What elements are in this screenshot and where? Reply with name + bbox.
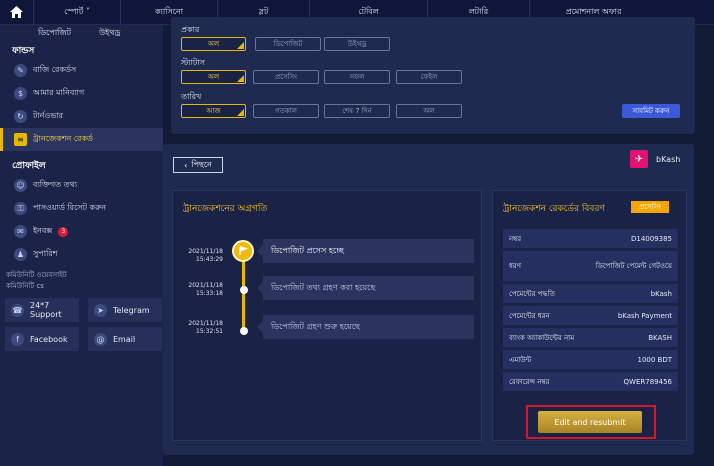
support-label: 24*7 Support [30, 301, 62, 319]
detail-row-account-name: ব্যাংক অ্যাকাউন্টের নাম BKASH [503, 328, 678, 347]
sidebar-item-label: পাসওয়ার্ড রিসেট করুন [33, 203, 106, 212]
email-icon: @ [94, 332, 107, 346]
date-option-all[interactable]: অল [396, 104, 462, 118]
sidebar-item-label: ট্রানজেকশন রেকর্ড [33, 134, 93, 143]
detail-row-type: ধরণ ডিপোজিট পেমেন্ট গেটওয়ে [503, 251, 678, 281]
sidebar-item-bet-records[interactable]: ✎ বাজি রেকর্ডস [0, 59, 163, 82]
timeline-timestamp: 2021/11/18 15:33:18 [188, 282, 223, 297]
edit-and-resubmit-button[interactable]: Edit and resubmit [538, 411, 642, 433]
transaction-record-icon: ≡ [14, 133, 27, 146]
sidebar-item-turnover[interactable]: ↻ টার্নওভার [0, 105, 163, 128]
telegram-button[interactable]: ➤ Telegram [88, 298, 162, 322]
sidebar-tab-withdraw[interactable]: উইথড্র [99, 27, 120, 40]
detail-row-payment-type: পেমেন্টের ধরন bKash Payment [503, 306, 678, 325]
date-option-today[interactable]: আজ [181, 104, 246, 118]
detail-row-number: নম্বর D14009385 [503, 229, 678, 248]
date-option-last-7-days[interactable]: শেষ 7 দিন [324, 104, 390, 118]
home-icon [10, 6, 23, 18]
turnover-icon: ↻ [14, 110, 27, 123]
timeline-step: ডিপোজিট তথ্য গ্রহণ করা হয়েছে [257, 276, 474, 300]
detail-row-reference: রেফারেন্স নম্বর QWER789456 [503, 372, 678, 391]
detail-row-payment-method: পেমেন্টের পদ্ধতি bKash [503, 284, 678, 303]
sidebar: ডিপোজিট উইথড্র ফান্ডস ✎ বাজি রেকর্ডস $ আ… [0, 25, 163, 466]
flag-icon [232, 240, 254, 262]
record-detail-title: ট্রানজেকশন রেকর্ডের বিবরণ [503, 204, 605, 214]
back-label: পিছনে [191, 159, 212, 169]
sidebar-tabs: ডিপোজিট উইথড্র [0, 25, 163, 41]
payment-method-name: bKash [656, 154, 681, 164]
sidebar-item-reset-password[interactable]: ⚿ পাসওয়ার্ড রিসেট করুন [0, 197, 163, 220]
community-cs-link[interactable]: কমিউনিটি cs [6, 281, 163, 292]
profile-heading: প্রোফাইল [12, 160, 46, 171]
timeline-step: ডিপোজিট গ্রহণ শুরু হয়েছে [257, 315, 474, 339]
filter-panel: প্রকার অল ডিপোজিট উইথড্র স্ট্যাটাস অল প্… [171, 17, 695, 134]
timeline-dot [240, 327, 248, 335]
referral-icon: ♟ [14, 248, 27, 261]
user-icon: ☺ [14, 179, 27, 192]
status-option-success[interactable]: সফল [324, 70, 390, 84]
facebook-icon: f [11, 332, 24, 346]
sidebar-item-personal-info[interactable]: ☺ ব্যক্তিগত তথ্য [0, 174, 163, 197]
sidebar-item-wallet[interactable]: $ আমার মানিব্যাগ [0, 82, 163, 105]
date-label: তারিখ [181, 92, 202, 101]
date-option-yesterday[interactable]: গতকাল [253, 104, 319, 118]
status-option-processing[interactable]: প্রসেসিং [253, 70, 319, 84]
back-button[interactable]: ‹ পিছনে [173, 157, 223, 173]
community-website-link[interactable]: কমিউনিটি ওয়েবসাইট [6, 270, 163, 281]
timeline-timestamp: 2021/11/18 15:32:51 [188, 320, 223, 335]
contact-grid: ☎ 24*7 Support ➤ Telegram f Facebook @ E… [0, 298, 163, 351]
telegram-icon: ➤ [94, 303, 107, 317]
type-option-deposit[interactable]: ডিপোজিট [255, 37, 321, 51]
type-option-withdraw[interactable]: উইথড্র [324, 37, 390, 51]
chevron-left-icon: ‹ [184, 160, 188, 170]
transaction-detail-panel: ‹ পিছনে ✈ bKash ট্রানজেকশনের অগ্রগতি 202… [163, 144, 694, 455]
lock-icon: ⚿ [14, 202, 27, 215]
facebook-button[interactable]: f Facebook [5, 327, 79, 351]
payment-method-header: ✈ bKash [630, 150, 680, 168]
sidebar-item-label: আমার মানিব্যাগ [33, 88, 85, 97]
submit-button[interactable]: সাবমিট করুন [622, 104, 680, 118]
sidebar-item-label: সুপারিশ [33, 249, 58, 258]
type-label: প্রকার [181, 25, 200, 34]
inbox-icon: ✉ [14, 225, 27, 238]
inbox-count-badge: 3 [58, 226, 69, 237]
sidebar-item-inbox[interactable]: ✉ ইনবক্স 3 [0, 220, 163, 243]
email-label: Email [113, 334, 136, 344]
home-button[interactable] [0, 0, 34, 25]
facebook-label: Facebook [30, 334, 68, 344]
funds-heading: ফান্ডস [12, 45, 35, 56]
wallet-icon: $ [14, 87, 27, 100]
sidebar-item-label: টার্নওভার [33, 111, 64, 120]
telegram-label: Telegram [113, 305, 150, 315]
timeline-step: ডিপোজিট প্রসেস হচ্ছে [257, 239, 474, 263]
support-icon: ☎ [11, 303, 24, 317]
status-option-failed[interactable]: ফেইল [396, 70, 462, 84]
sidebar-item-label: বাজি রেকর্ডস [33, 65, 77, 74]
support-button[interactable]: ☎ 24*7 Support [5, 298, 79, 322]
type-option-all[interactable]: অল [181, 37, 246, 51]
sidebar-item-referral[interactable]: ♟ সুপারিশ [0, 243, 163, 266]
community-links: কমিউনিটি ওয়েবসাইট কমিউনিটি cs [0, 270, 163, 292]
sidebar-item-label: ব্যক্তিগত তথ্য [33, 180, 78, 189]
status-option-all[interactable]: অল [181, 70, 246, 84]
status-badge: প্রসেসিং [631, 201, 670, 213]
detail-row-amount: এমাউন্ট 1000 BDT [503, 350, 678, 369]
resubmit-highlight: Edit and resubmit [526, 405, 656, 439]
sidebar-item-label: ইনবক্স [33, 226, 53, 235]
email-button[interactable]: @ Email [88, 327, 162, 351]
status-label: স্ট্যাটাস [181, 58, 205, 67]
timeline-timestamp: 2021/11/18 15:43:29 [188, 248, 223, 263]
bet-record-icon: ✎ [14, 64, 27, 77]
transaction-record-detail-box: ট্রানজেকশন রেকর্ডের বিবরণ প্রসেসিং নম্বর… [492, 190, 687, 441]
progress-title: ট্রানজেকশনের অগ্রগতি [183, 204, 268, 214]
timeline-dot [240, 286, 248, 294]
bkash-logo-icon: ✈ [630, 150, 648, 168]
sidebar-tab-deposit[interactable]: ডিপোজিট [38, 27, 71, 40]
nav-sports[interactable]: স্পোর্ট ˅ [34, 0, 121, 25]
transaction-progress-box: ট্রানজেকশনের অগ্রগতি 2021/11/18 15:43:29 … [172, 190, 482, 441]
sidebar-item-transaction-record[interactable]: ≡ ট্রানজেকশন রেকর্ড [0, 128, 163, 151]
